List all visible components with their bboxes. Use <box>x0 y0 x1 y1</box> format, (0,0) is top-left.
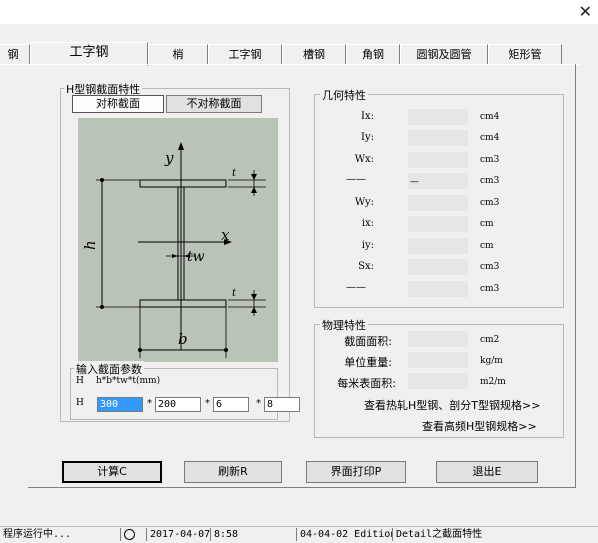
dash-label-2: —— <box>346 282 366 293</box>
y-axis-label: y <box>164 149 174 167</box>
sx-unit: cm3 <box>480 262 500 272</box>
wx-unit: cm3 <box>480 155 500 165</box>
sx-value <box>408 259 468 275</box>
status-date: 2017-04-07 <box>146 528 210 541</box>
tab-label: 圆钢及圆管 <box>416 48 472 61</box>
iy-moment-unit: cm4 <box>480 133 500 143</box>
ix-moment-unit: cm4 <box>480 112 500 122</box>
h-section-diagram: y x h b tw t t <box>78 118 278 362</box>
row-prefix: H <box>76 398 84 408</box>
h-dot-bottom <box>100 305 104 309</box>
physical-group-title: 物理特性 <box>320 317 368 333</box>
iy-radius-value <box>408 238 468 254</box>
tab-label: 工字钢 <box>69 45 109 60</box>
b-dot-right <box>224 348 228 352</box>
surface-unit: m2/m <box>480 377 506 387</box>
dash-label-1: —— <box>346 174 366 185</box>
tw-input[interactable] <box>213 397 249 412</box>
iy-moment-value <box>408 130 468 146</box>
x-axis-label: x <box>221 226 230 244</box>
wy-value <box>408 195 468 211</box>
tab-label: 工字钢 <box>228 48 262 61</box>
status-running: 程序运行中... <box>3 529 72 540</box>
tab-steel[interactable]: 钢 <box>0 44 30 64</box>
exit-button[interactable]: 退出E <box>436 461 538 483</box>
area-value <box>408 331 468 347</box>
ix-radius-label: ix: <box>361 218 374 229</box>
wy-label: Wy: <box>354 197 374 208</box>
b-input[interactable] <box>155 397 201 412</box>
tab-label: 梢 <box>172 48 184 61</box>
status-edition: 04-04-02 Edition <box>296 528 392 541</box>
weight-value <box>408 352 468 368</box>
times-3: * <box>256 398 261 409</box>
input-params-title: 输入截面参数 <box>74 361 144 377</box>
geometry-group-title: 几何特性 <box>320 87 368 103</box>
dash-value-1: — <box>408 173 468 189</box>
dash-unit-1: cm3 <box>480 176 500 186</box>
area-label: 截面面积: <box>344 335 392 348</box>
weight-unit: kg/m <box>480 356 503 366</box>
ix-moment-label: Ix: <box>361 111 374 122</box>
status-time: 8:58 <box>210 528 296 541</box>
tab-label: 槽钢 <box>303 48 325 61</box>
dash-value-1-text: — <box>410 177 419 187</box>
tab-label: 角钢 <box>362 48 384 61</box>
tab-rect-tube[interactable]: 矩形管 <box>488 44 562 64</box>
tab-misc[interactable]: 梢 <box>148 44 208 64</box>
tab-label: 钢 <box>7 48 19 61</box>
iy-radius-unit: cm <box>480 241 494 251</box>
dash-unit-2: cm3 <box>480 284 500 294</box>
h-label: h <box>81 240 99 250</box>
weight-label: 单位重量: <box>344 356 392 369</box>
tab-label: 矩形管 <box>508 48 542 61</box>
surface-value <box>408 373 468 389</box>
tab-i-beam-active[interactable]: 工字钢 <box>30 42 148 66</box>
hot-rolled-spec-link[interactable]: 查看热轧H型钢、剖分T型钢规格>> <box>364 397 540 413</box>
print-button[interactable]: 界面打印P <box>306 461 406 483</box>
wx-value <box>408 152 468 168</box>
times-2: * <box>205 398 210 409</box>
t-input[interactable] <box>264 397 300 412</box>
ix-moment-value <box>408 109 468 125</box>
ix-radius-value <box>408 216 468 232</box>
h-dot-top <box>100 178 104 182</box>
iy-radius-label: iy: <box>361 240 374 251</box>
close-icon[interactable]: ✕ <box>579 2 592 21</box>
tw-label: tw <box>187 249 205 265</box>
formula-text: h*b*tw*t(mm) <box>96 376 161 386</box>
tab-i-beam[interactable]: 工字钢 <box>208 44 282 64</box>
sx-label: Sx: <box>358 261 374 272</box>
wy-unit: cm3 <box>480 198 500 208</box>
symmetric-section-button[interactable]: 对称截面 <box>72 95 164 113</box>
asymmetric-section-button[interactable]: 不对称截面 <box>166 95 262 113</box>
status-clock-cell <box>120 528 146 541</box>
high-freq-spec-link[interactable]: 查看高频H型钢规格>> <box>422 418 537 434</box>
times-1: * <box>147 398 152 409</box>
clock-icon <box>124 529 135 540</box>
surface-label: 每米表面积: <box>337 377 396 390</box>
tab-channel[interactable]: 槽钢 <box>282 44 346 64</box>
h-input[interactable] <box>97 397 143 412</box>
tab-angle[interactable]: 角钢 <box>346 44 400 64</box>
status-detail: Detail之截面特性 <box>392 528 598 541</box>
compute-button[interactable]: 计算C <box>62 461 162 483</box>
formula-prefix: H <box>76 376 84 386</box>
b-dot-left <box>138 348 142 352</box>
wx-label: Wx: <box>354 154 374 165</box>
dash-value-2 <box>408 281 468 297</box>
iy-moment-label: Iy: <box>361 132 374 143</box>
tab-round[interactable]: 圆钢及圆管 <box>400 44 488 64</box>
ix-radius-unit: cm <box>480 219 494 229</box>
title-bar <box>0 0 598 24</box>
refresh-button[interactable]: 刷新R <box>184 461 282 483</box>
b-label: b <box>178 330 188 348</box>
area-unit: cm2 <box>480 335 500 345</box>
